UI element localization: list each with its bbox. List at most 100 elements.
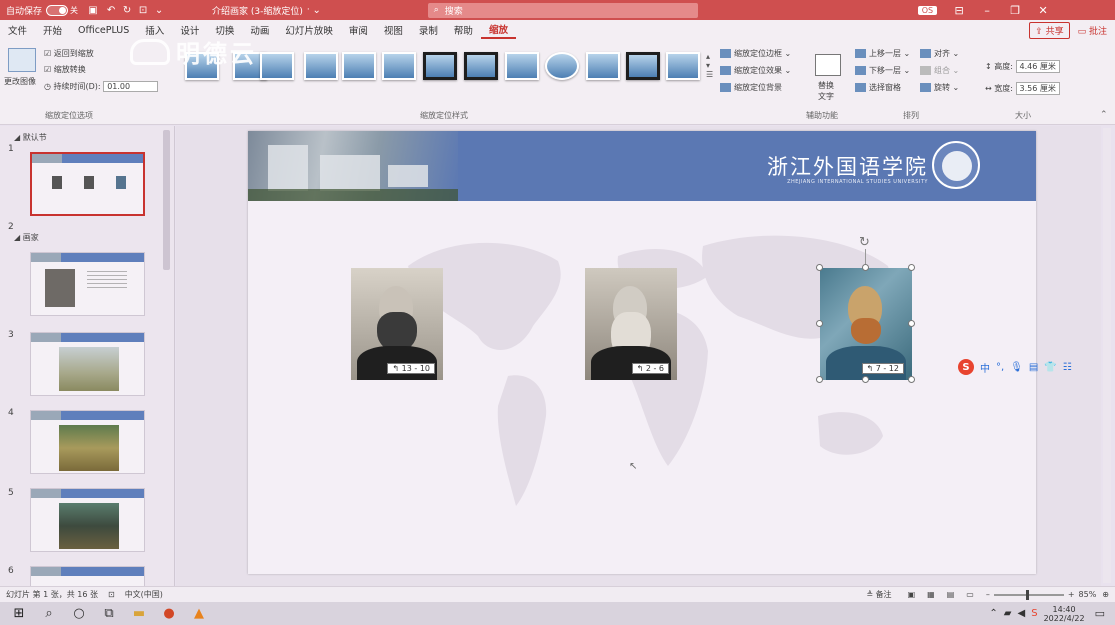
save-icon[interactable]: ▣ [86,3,100,17]
normal-view-icon[interactable]: ▣ [908,590,916,599]
tab-view[interactable]: 视图 [376,23,411,37]
zoom-style-5[interactable] [342,52,376,80]
account-badge[interactable]: OS [917,5,938,15]
group-button[interactable]: 组合 ⌄ [920,65,959,76]
zoom-level[interactable]: 85% [1079,590,1097,599]
chevron-down-icon[interactable]: ⌄ [310,3,324,17]
zoom-style-11[interactable] [586,52,620,80]
rotate-button[interactable]: 旋转 ⌄ [920,82,959,93]
zoom-style-12[interactable] [626,52,660,80]
search-icon[interactable]: ⌕ [34,606,64,621]
duration-input[interactable]: 01.00 [103,81,159,92]
width-input[interactable]: 3.56 厘米 [1015,82,1060,95]
slide-thumbnail-1[interactable] [30,152,145,216]
slide-thumbnail-5[interactable] [30,488,145,552]
skin-icon[interactable]: 👕 [1044,362,1056,373]
file-explorer-icon[interactable]: ▬ [124,606,154,621]
slide-thumbnail-3[interactable] [30,332,145,396]
zoom-link-van-gogh[interactable]: ↰ 7 - 12 [820,268,912,380]
alt-text-line1[interactable]: 替换 [818,80,834,91]
ime-tray-icon[interactable]: S [1031,608,1037,619]
resize-handle[interactable] [816,320,823,327]
tab-record[interactable]: 录制 [411,23,446,37]
resize-handle[interactable] [816,264,823,271]
bring-forward-button[interactable]: 上移一层 ⌄ [855,48,910,59]
zoom-effects-button[interactable]: 缩放定位效果 ⌄ [720,65,791,76]
zoom-style-3[interactable] [260,52,294,80]
gallery-scroll-icon[interactable]: ▴ ▾ ☰ [706,52,713,79]
tray-overflow-icon[interactable]: ⌃ [989,608,997,619]
presenter-icon[interactable]: ⊡ [136,3,150,17]
zoom-slider-thumb[interactable] [1025,589,1029,600]
autosave-toggle[interactable] [46,4,69,16]
zoom-style-9[interactable] [505,52,539,80]
undo-icon[interactable]: ↶ [104,3,118,17]
redo-icon[interactable]: ↻ [120,3,134,17]
editor-scrollbar[interactable] [1103,128,1111,583]
search-box[interactable]: ⌕ 搜索 [427,2,698,18]
punctuation-icon[interactable]: °, [996,362,1004,373]
customize-toolbar-icon[interactable]: ⌄ [152,3,166,17]
toolbox-icon[interactable]: ☷ [1063,362,1072,373]
return-to-zoom-checkbox[interactable]: ☑ 返回到缩放 [44,48,94,59]
zoom-style-10[interactable] [545,52,579,80]
tab-officeplus[interactable]: OfficePLUS [70,25,137,36]
restore-icon[interactable]: ❐ [1001,4,1029,17]
powerpoint-icon[interactable]: ● [154,606,184,621]
tab-file[interactable]: 文件 [0,23,35,37]
slideshow-icon[interactable]: ▭ [966,590,974,599]
slide-canvas[interactable]: 浙江外国语学院 ZHEJIANG INTERNATIONAL STUDIES U… [248,131,1036,574]
resize-handle[interactable] [816,376,823,383]
slide-sorter-icon[interactable]: ▦ [927,590,935,599]
action-center-icon[interactable]: ▭ [1095,607,1105,620]
windows-start-icon[interactable]: ⊞ [4,606,34,621]
slide-thumbnail-2[interactable] [30,252,145,316]
align-button[interactable]: 对齐 ⌄ [920,48,959,59]
volume-icon[interactable]: ◀ [1018,608,1026,619]
close-icon[interactable]: ✕ [1029,4,1057,17]
resize-handle[interactable] [862,376,869,383]
accessibility-icon[interactable]: ⊡ [108,590,115,599]
zoom-transition-checkbox[interactable]: ☑ 缩放转换 [44,64,86,75]
keyboard-icon[interactable]: ▤ [1029,362,1038,373]
resize-handle[interactable] [908,376,915,383]
change-image-label[interactable]: 更改图像 [4,76,36,87]
zoom-style-4[interactable] [304,52,338,80]
change-image-icon[interactable] [8,48,36,72]
tab-slideshow[interactable]: 幻灯片放映 [277,23,341,37]
zoom-style-7[interactable] [423,52,457,80]
zoom-style-8[interactable] [464,52,498,80]
section-default[interactable]: ◢ 默认节 [14,132,47,143]
microphone-icon[interactable]: 🎙 [1010,362,1023,373]
zoom-border-button[interactable]: 缩放定位边框 ⌄ [720,48,791,59]
zoom-link-monet[interactable]: ↰ 2 - 6 [585,268,677,380]
collapse-ribbon-icon[interactable]: ⌃ [1100,110,1108,120]
task-view-icon[interactable]: ⧉ [94,606,124,621]
zoom-link-seurat[interactable]: ↰ 13 - 10 [351,268,443,380]
thumbnails-scrollbar[interactable] [163,130,170,270]
ribbon-display-icon[interactable]: ⊟ [945,4,973,17]
vlc-icon[interactable]: ▲ [184,606,214,621]
resize-handle[interactable] [908,320,915,327]
alt-text-icon[interactable] [815,54,841,76]
share-button[interactable]: ⇪ 共享 [1029,21,1070,39]
tab-zoom[interactable]: 缩放 [480,22,516,39]
rotate-handle-icon[interactable]: ↻ [859,235,870,250]
ime-mode-toggle[interactable]: 中 [980,360,990,375]
alt-text-line2[interactable]: 文字 [818,91,834,102]
cortana-icon[interactable]: ○ [64,606,94,621]
zoom-style-13[interactable] [666,52,700,80]
zoom-out-icon[interactable]: – [986,590,990,599]
clock[interactable]: 14:40 2022/4/22 [1044,605,1085,623]
resize-handle[interactable] [908,264,915,271]
tab-home[interactable]: 开始 [35,23,70,37]
comment-button[interactable]: ▭ 批注 [1078,24,1107,37]
tab-review[interactable]: 审阅 [341,23,376,37]
zoom-background-button[interactable]: 缩放定位背景 [720,82,782,93]
reading-view-icon[interactable]: ▤ [947,590,955,599]
send-backward-button[interactable]: 下移一层 ⌄ [855,65,910,76]
zoom-in-icon[interactable]: + [1068,590,1075,599]
minimize-icon[interactable]: – [973,4,1001,17]
selection-pane-button[interactable]: 选择窗格 [855,82,901,93]
language-indicator[interactable]: 中文(中国) [125,589,163,600]
